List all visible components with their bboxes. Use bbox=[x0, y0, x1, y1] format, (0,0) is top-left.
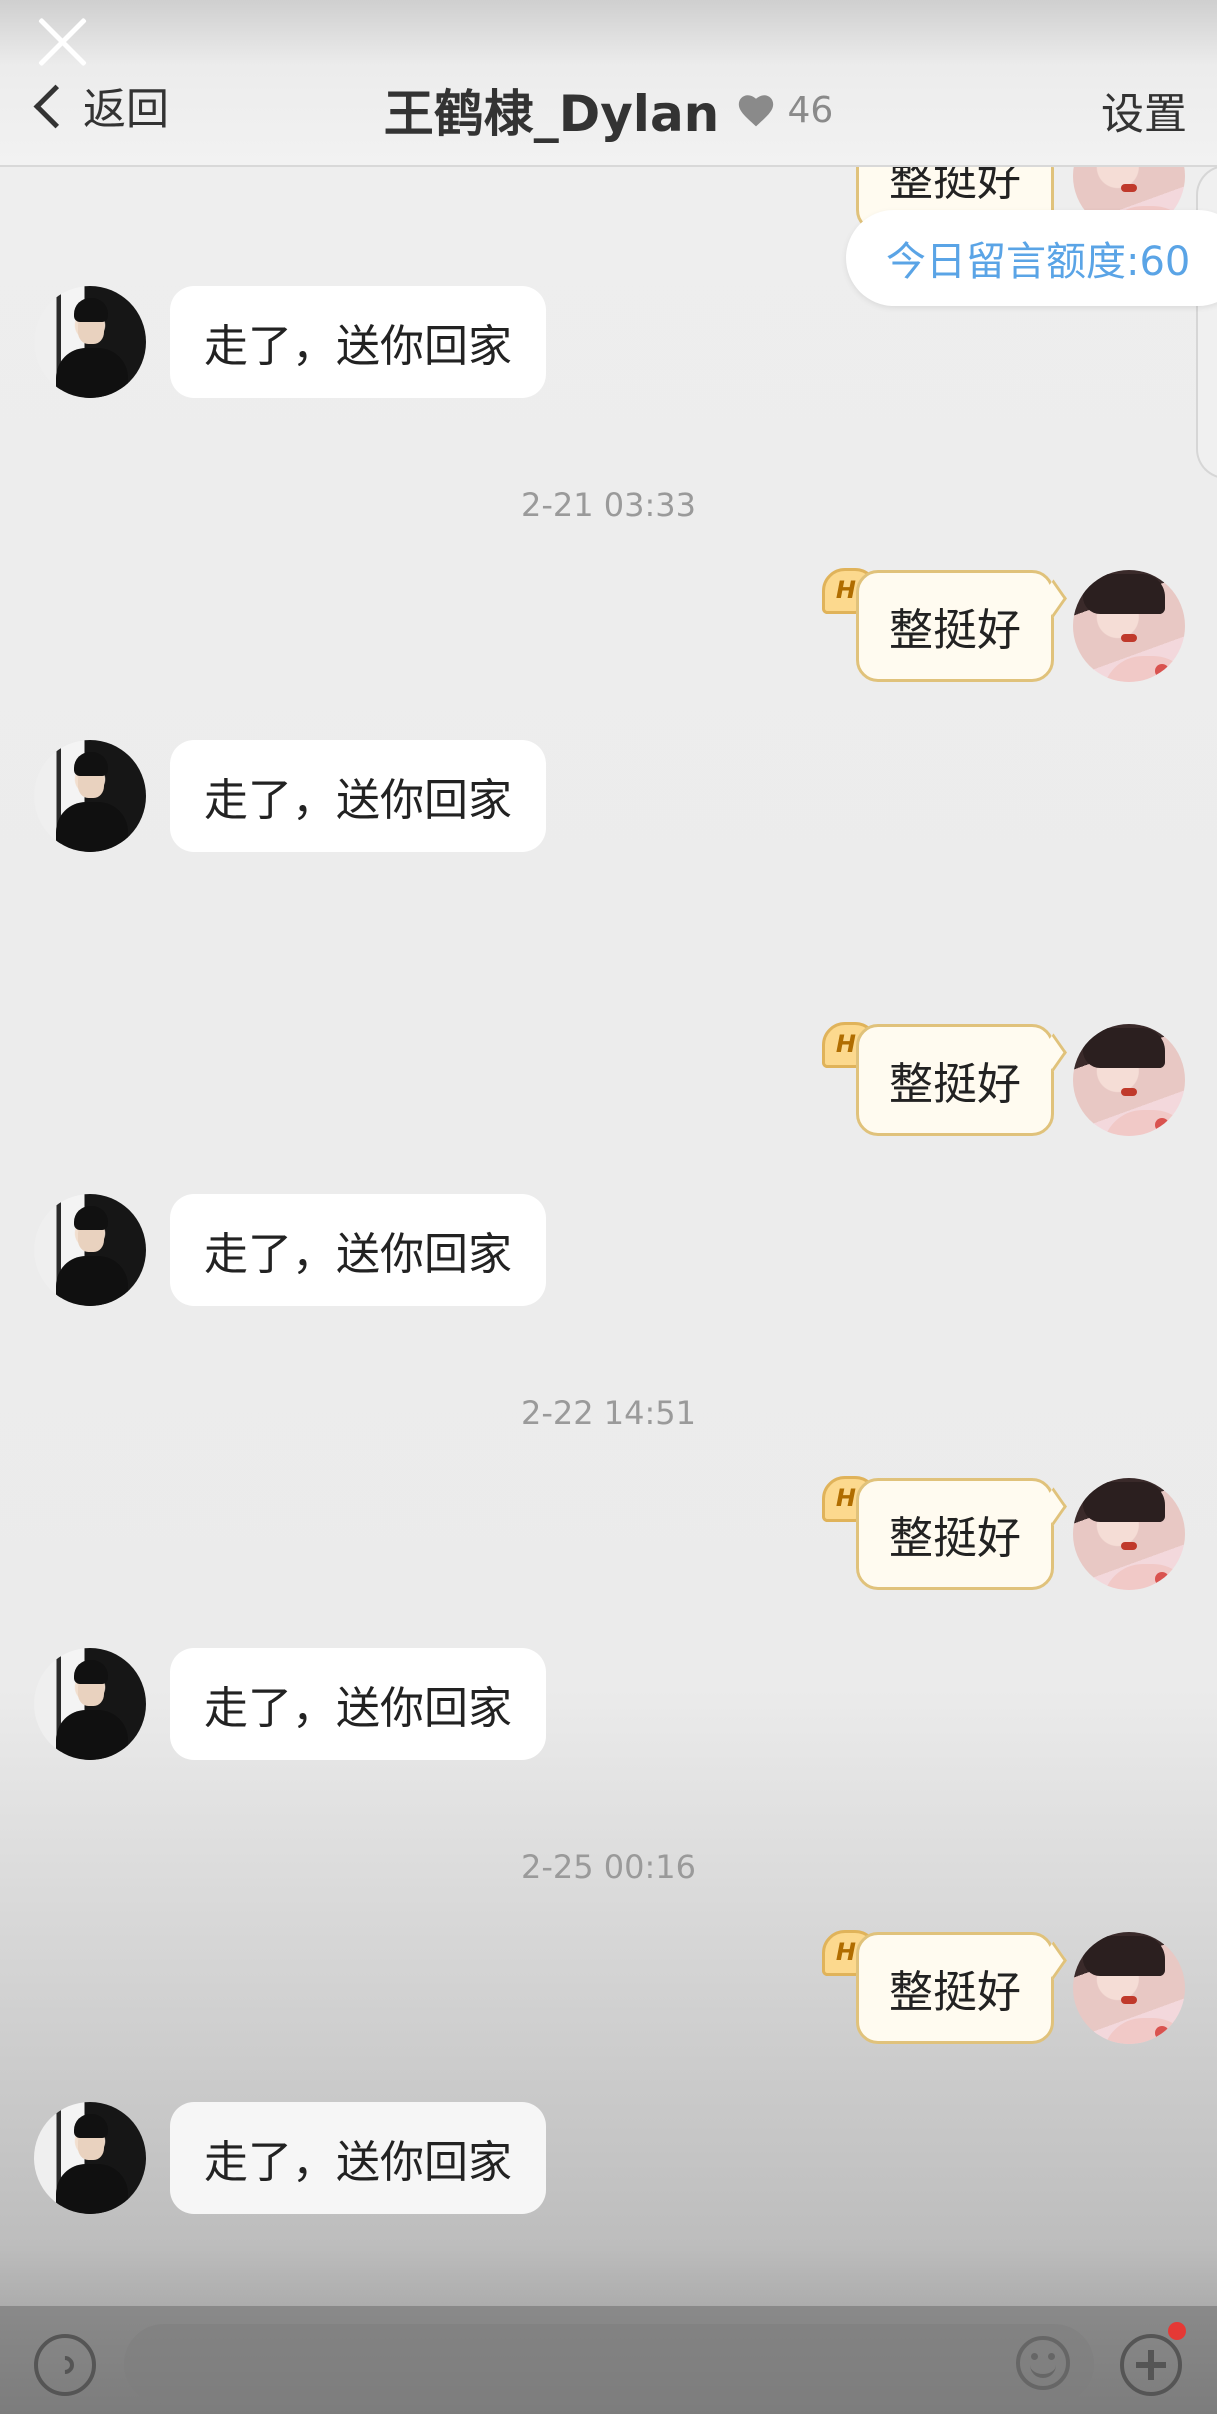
chat-header: 返回 王鹤棣_Dylan 46 设置 bbox=[0, 0, 1217, 167]
timestamp: 2-25 00:16 bbox=[520, 1848, 696, 1886]
outgoing-message-bubble[interactable]: 整挺好 bbox=[856, 1932, 1054, 2044]
message-text: 走了，送你回家 bbox=[204, 1683, 512, 1734]
outgoing-message-bubble[interactable]: 整挺好 bbox=[856, 570, 1054, 682]
incoming-message-bubble[interactable]: 走了，送你回家 bbox=[170, 286, 546, 398]
message-text: 走了，送你回家 bbox=[204, 1229, 512, 1280]
message-text: 走了，送你回家 bbox=[204, 2137, 512, 2188]
message-quota-pill: 今日留言额度:60 bbox=[846, 210, 1217, 306]
contact-avatar[interactable] bbox=[34, 1648, 146, 1760]
my-avatar[interactable] bbox=[1073, 1478, 1185, 1590]
contact-avatar[interactable] bbox=[34, 286, 146, 398]
timestamp: 2-22 14:51 bbox=[520, 1394, 696, 1432]
contact-avatar[interactable] bbox=[34, 740, 146, 852]
incoming-message-bubble[interactable]: 走了，送你回家 bbox=[170, 740, 546, 852]
voice-icon[interactable] bbox=[34, 2334, 96, 2396]
settings-button[interactable]: 设置 bbox=[1101, 80, 1187, 142]
message-list[interactable]: 整挺好 走了，送你回家 2-21 03:33 Hi 整挺好 走了，送你回家 Hi bbox=[0, 0, 1217, 2300]
notification-dot bbox=[1168, 2322, 1186, 2340]
incoming-message-bubble[interactable]: 走了，送你回家 bbox=[170, 2102, 546, 2214]
outgoing-message-bubble[interactable]: 整挺好 bbox=[856, 1478, 1054, 1590]
outgoing-message-bubble[interactable]: 整挺好 bbox=[856, 1024, 1054, 1136]
incoming-message-bubble[interactable]: 走了，送你回家 bbox=[170, 1194, 546, 1306]
intimacy-count: 46 bbox=[787, 89, 834, 131]
my-avatar[interactable] bbox=[1073, 570, 1185, 682]
close-icon[interactable] bbox=[34, 14, 90, 70]
message-text: 整挺好 bbox=[889, 1967, 1021, 2018]
message-text: 整挺好 bbox=[889, 1059, 1021, 1110]
timestamp: 2-21 03:33 bbox=[520, 486, 696, 524]
quota-text: 今日留言额度:60 bbox=[886, 239, 1191, 285]
contact-name: 王鹤棣_Dylan bbox=[383, 85, 720, 143]
incoming-message-bubble[interactable]: 走了，送你回家 bbox=[170, 1648, 546, 1760]
message-text: 整挺好 bbox=[889, 1513, 1021, 1564]
message-text: 走了，送你回家 bbox=[204, 775, 512, 826]
message-text: 走了，送你回家 bbox=[204, 321, 512, 372]
message-text: 整挺好 bbox=[889, 605, 1021, 656]
my-avatar[interactable] bbox=[1073, 1024, 1185, 1136]
my-avatar[interactable] bbox=[1073, 1932, 1185, 2044]
input-bar bbox=[0, 2306, 1217, 2414]
contact-avatar[interactable] bbox=[34, 2102, 146, 2214]
emoji-icon[interactable] bbox=[1016, 2336, 1070, 2390]
heart-icon bbox=[739, 95, 774, 127]
chat-title: 王鹤棣_Dylan 46 bbox=[0, 74, 1217, 146]
contact-avatar[interactable] bbox=[34, 1194, 146, 1306]
message-input[interactable] bbox=[124, 2324, 1094, 2404]
chat-screen: 整挺好 走了，送你回家 2-21 03:33 Hi 整挺好 走了，送你回家 Hi bbox=[0, 0, 1217, 2414]
plus-icon[interactable] bbox=[1120, 2334, 1182, 2396]
